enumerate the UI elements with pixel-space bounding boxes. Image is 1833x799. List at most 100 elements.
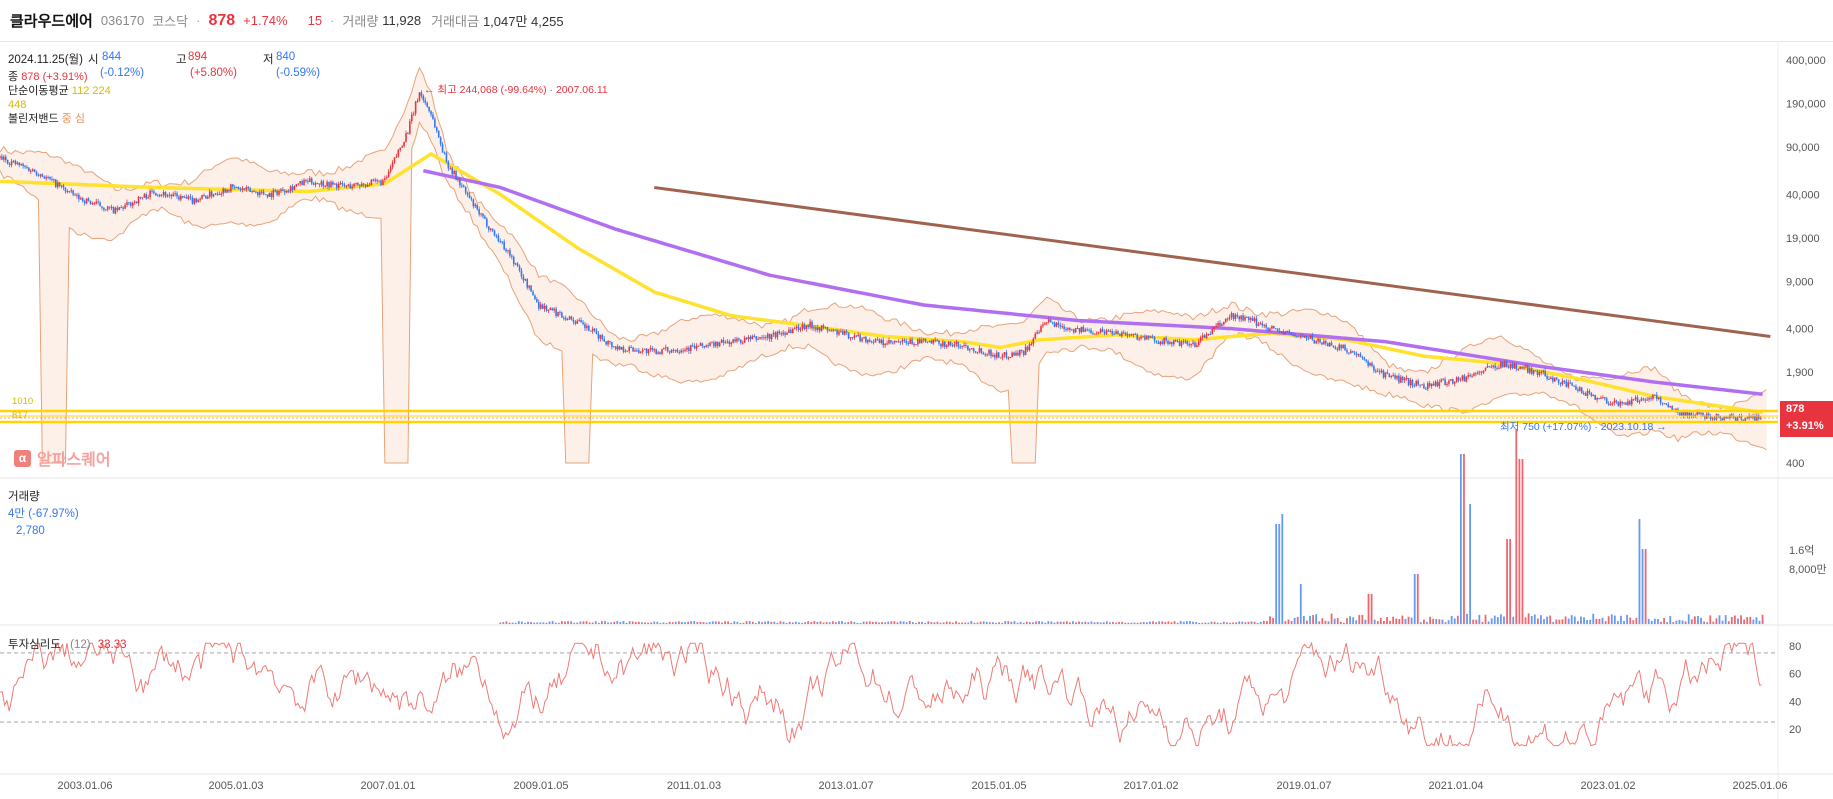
volume-bar bbox=[733, 621, 736, 624]
volume-bar bbox=[985, 621, 988, 624]
candle-body bbox=[530, 285, 532, 292]
volume-bar bbox=[533, 622, 536, 624]
volume-bar bbox=[1635, 617, 1638, 624]
candle-body bbox=[512, 256, 515, 265]
candle-body bbox=[1311, 335, 1314, 340]
candle-body bbox=[1207, 333, 1210, 335]
volume-bar bbox=[1573, 616, 1576, 624]
candle-body bbox=[66, 191, 69, 193]
candle-body bbox=[1492, 365, 1495, 367]
candle-body bbox=[855, 335, 858, 337]
volume-bar bbox=[1315, 614, 1318, 624]
candle-body bbox=[974, 351, 977, 353]
volume-bar bbox=[798, 622, 800, 624]
candle-body bbox=[872, 341, 875, 343]
candle-body bbox=[957, 341, 960, 347]
candle-body bbox=[1405, 377, 1408, 379]
candle-body bbox=[1217, 323, 1219, 326]
candle-body bbox=[1582, 393, 1585, 395]
candle-body bbox=[195, 198, 198, 203]
candle-body bbox=[1342, 344, 1344, 349]
volume-bar bbox=[1487, 621, 1490, 624]
volume-bar bbox=[1216, 622, 1219, 624]
candle-body bbox=[135, 201, 138, 204]
candle-body bbox=[1475, 373, 1477, 375]
candle-body bbox=[1226, 318, 1229, 320]
candle-body bbox=[1107, 330, 1110, 332]
candle-body bbox=[836, 330, 838, 335]
candle-body bbox=[589, 330, 592, 332]
candle-body bbox=[709, 342, 711, 346]
candle-body bbox=[216, 193, 219, 195]
candle-body bbox=[768, 333, 771, 340]
candle-body bbox=[793, 328, 796, 330]
candle-body bbox=[784, 332, 786, 335]
stock-chart[interactable]: 400,000 190,000 90,000 40,000 19,000 9,000 4,0… bbox=[0, 0, 1833, 799]
ma-row[interactable]: 단순이동평균 112 224 448 bbox=[8, 84, 118, 112]
candle-body bbox=[189, 196, 192, 198]
candle-body bbox=[730, 342, 733, 345]
volume-bar bbox=[1299, 584, 1302, 624]
volume-bar bbox=[1620, 615, 1622, 624]
candle-body bbox=[1030, 344, 1033, 346]
candle-body bbox=[1242, 315, 1244, 321]
indicator-legend: 종 878 (+3.91%) 단순이동평균 112 224 448 볼린저밴드 … bbox=[8, 70, 118, 126]
candle-body bbox=[1261, 323, 1264, 326]
volume-bar bbox=[841, 621, 843, 624]
candle-body bbox=[1438, 382, 1441, 387]
price-tick-label: 40,000 bbox=[1786, 189, 1820, 201]
candle-body bbox=[210, 191, 213, 197]
candle-body bbox=[1509, 363, 1512, 368]
candle-body bbox=[668, 351, 671, 353]
candle-body bbox=[255, 191, 257, 193]
candle-body bbox=[614, 346, 617, 350]
candle-body bbox=[1038, 332, 1040, 334]
candle-body bbox=[1276, 328, 1279, 331]
candle-body bbox=[516, 263, 519, 267]
candle-body bbox=[430, 111, 432, 115]
candle-body bbox=[393, 157, 396, 163]
candle-body bbox=[1355, 353, 1358, 356]
candle-body bbox=[1517, 369, 1520, 371]
candle-body bbox=[897, 341, 900, 343]
bb-row[interactable]: 볼린저밴드 중 심 bbox=[8, 112, 118, 126]
candle-body bbox=[1459, 379, 1462, 381]
volume-bar bbox=[1213, 621, 1216, 624]
candle-body bbox=[74, 194, 76, 196]
volume-bar bbox=[717, 621, 720, 624]
volume-bar bbox=[1450, 615, 1453, 624]
volume-bar bbox=[1684, 621, 1687, 624]
volume-bar bbox=[1087, 622, 1090, 624]
volume-bar bbox=[1336, 617, 1339, 624]
candle-body bbox=[1659, 397, 1662, 403]
candle-body bbox=[763, 337, 765, 339]
candle-body bbox=[1450, 379, 1452, 381]
candle-body bbox=[722, 339, 725, 343]
candle-body bbox=[1452, 379, 1454, 384]
candle-body bbox=[1500, 361, 1502, 368]
volume-bar bbox=[958, 622, 960, 624]
candle-body bbox=[1371, 362, 1373, 367]
volume-bar bbox=[1333, 618, 1336, 624]
candle-body bbox=[849, 337, 852, 339]
volume-bar bbox=[1296, 616, 1299, 624]
volume-bar bbox=[1379, 617, 1382, 624]
candle-body bbox=[539, 304, 542, 309]
candle-body bbox=[1665, 403, 1668, 405]
candle-body bbox=[1301, 336, 1304, 338]
volume-bar bbox=[1072, 621, 1074, 624]
date-tick-label: 2017.01.02 bbox=[1123, 780, 1178, 792]
candle-body bbox=[940, 343, 942, 347]
volume-bar bbox=[1035, 621, 1037, 624]
candle-body bbox=[1467, 375, 1469, 377]
volume-bar bbox=[982, 621, 985, 624]
candle-body bbox=[707, 345, 709, 347]
candle-body bbox=[1513, 363, 1516, 369]
volume-bar bbox=[1496, 617, 1499, 624]
candle-body bbox=[1069, 327, 1071, 330]
candle-body bbox=[303, 179, 305, 186]
candle-body bbox=[451, 168, 453, 175]
volume-bar bbox=[1758, 620, 1761, 624]
candle-body bbox=[372, 179, 375, 181]
candle-body bbox=[1011, 352, 1013, 358]
